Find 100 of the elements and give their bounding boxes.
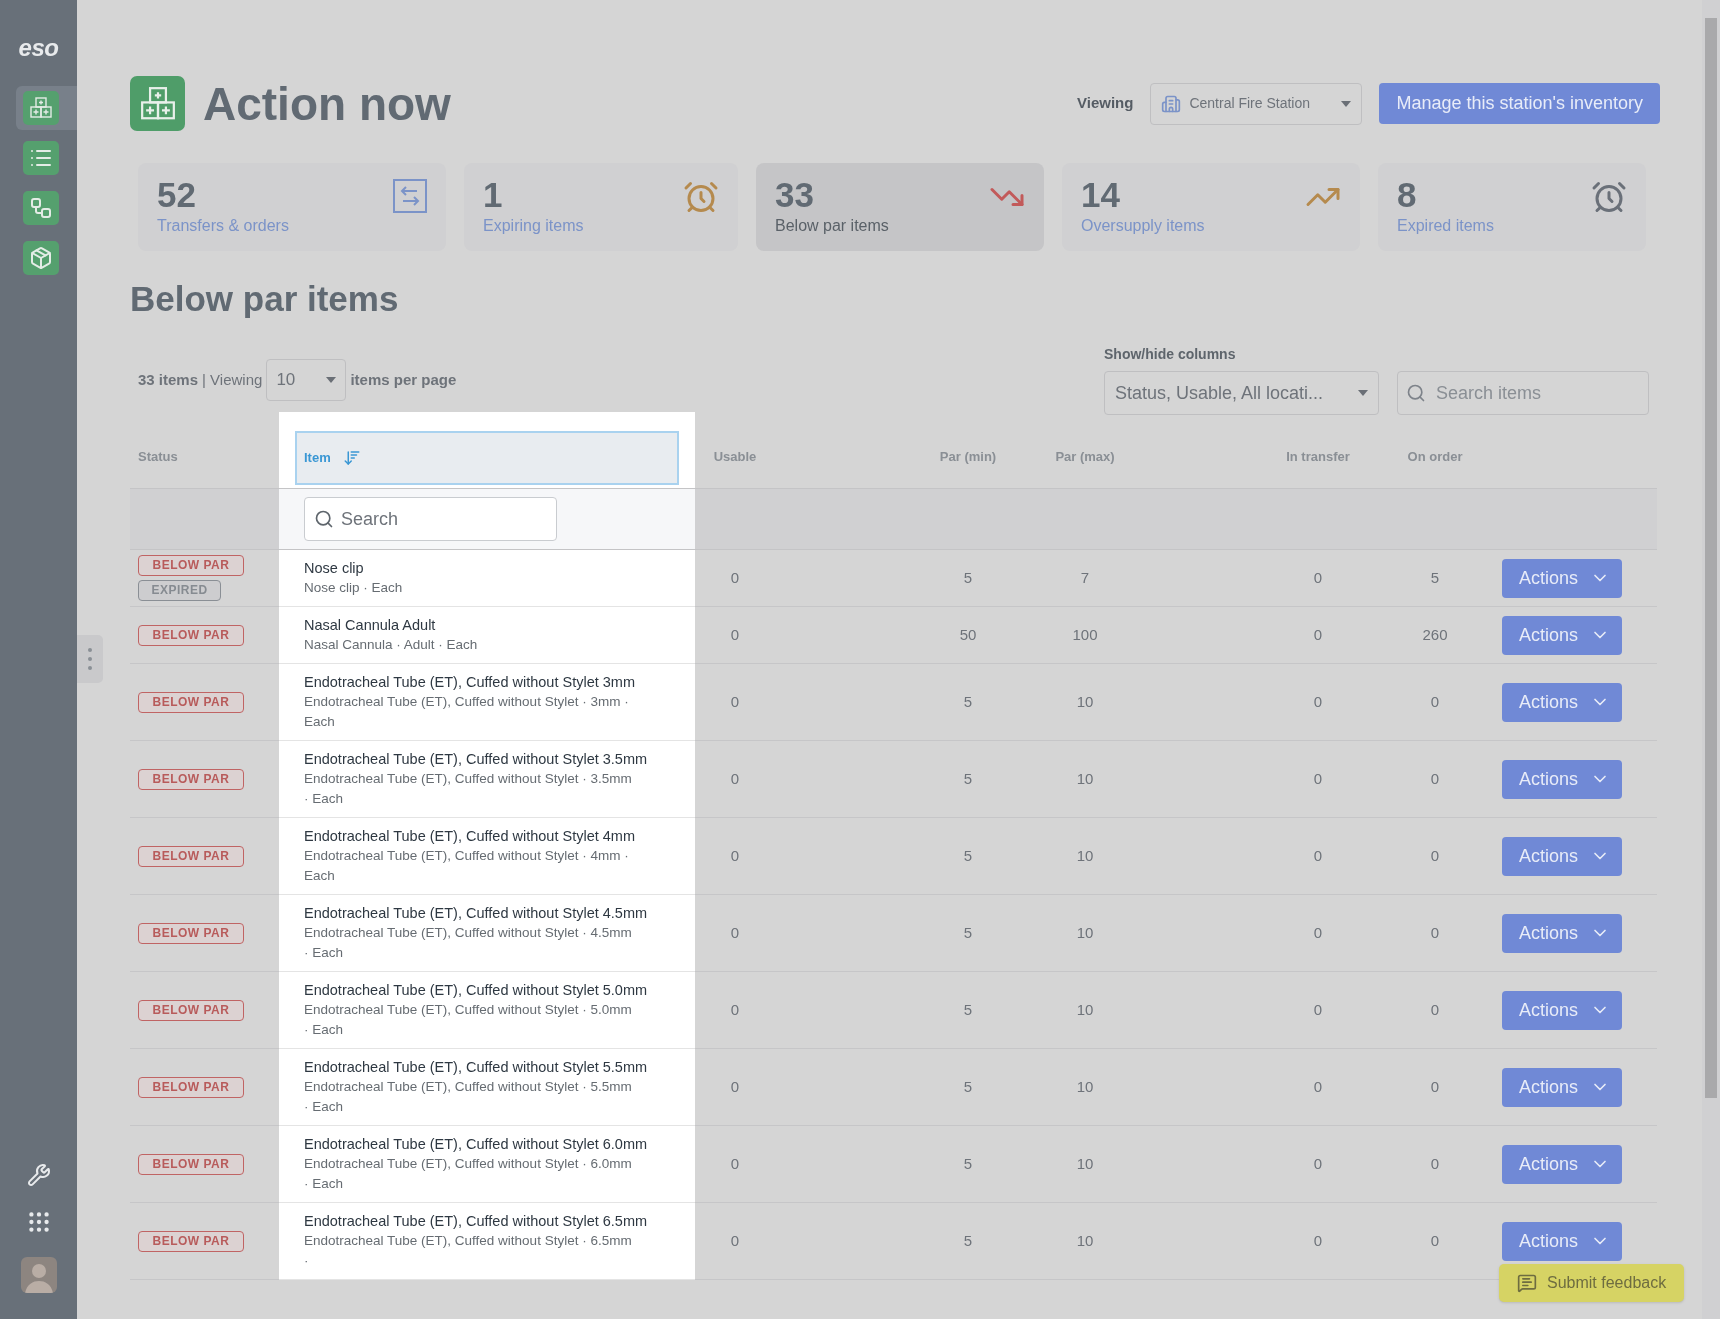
stat-count: 8 xyxy=(1397,175,1418,215)
table-cell-text: 0 xyxy=(1430,999,1440,1020)
status-badge: BELOW PAR xyxy=(138,624,244,646)
table-cell-text: 0 xyxy=(1313,999,1323,1020)
actions-button[interactable]: Actions xyxy=(1502,836,1622,876)
table-cell-text: 100 xyxy=(1072,624,1098,645)
stat-card[interactable]: 1 Expiring items xyxy=(464,163,738,251)
stat-label: Expiring items xyxy=(483,216,584,236)
table-cell-text: 5 xyxy=(1430,567,1440,588)
table-cell-text: 0 xyxy=(1430,1153,1440,1174)
item-detail: Endotracheal Tube (ET), Cuffed without Stylet · 4.5mm · Each xyxy=(304,924,633,962)
dropdown-caret-icon xyxy=(326,377,337,383)
scrollbar[interactable] xyxy=(1702,0,1720,1319)
column-header[interactable]: Usable xyxy=(713,447,757,467)
stat-label: Expired items xyxy=(1397,216,1494,236)
stat-card[interactable]: 14 Oversupply items xyxy=(1062,163,1360,251)
table-cell-text: 10 xyxy=(1076,768,1094,789)
item-name: Nasal Cannula Adult xyxy=(304,616,437,635)
station-select[interactable]: Central Fire Station xyxy=(1150,82,1363,125)
user-avatar[interactable] xyxy=(20,1257,57,1293)
actions-button[interactable]: Actions xyxy=(1502,558,1622,598)
section-title: Below par items xyxy=(130,279,400,319)
item-name: Endotracheal Tube (ET), Cuffed without Stylet 5.5mm xyxy=(304,1058,649,1077)
table-cell-text: 10 xyxy=(1076,1153,1094,1174)
item-detail: Endotracheal Tube (ET), Cuffed without Stylet · 5.0mm · Each xyxy=(304,1001,633,1039)
search-icon xyxy=(1406,383,1426,403)
per-page-select[interactable]: 10 xyxy=(266,359,347,401)
actions-button[interactable]: Actions xyxy=(1502,759,1622,799)
status-badge: BELOW PAR xyxy=(138,768,244,790)
item-detail: Nasal Cannula · Adult · Each xyxy=(304,636,479,654)
transfer-arrows-icon xyxy=(393,179,427,213)
table-cell-text: 10 xyxy=(1076,922,1094,943)
actions-button[interactable]: Actions xyxy=(1502,682,1622,722)
search-items-field[interactable]: Search items xyxy=(1397,371,1649,415)
stat-count: 1 xyxy=(483,175,504,215)
stat-card[interactable]: 52 Transfers & orders xyxy=(138,163,446,251)
item-detail: Endotracheal Tube (ET), Cuffed without Stylet · 6.0mm · Each xyxy=(304,1155,633,1193)
table-cell-text: 0 xyxy=(1430,845,1440,866)
actions-button[interactable]: Actions xyxy=(1502,913,1622,953)
table-cell-text: 0 xyxy=(1313,567,1323,588)
stat-card[interactable]: 33 Below par items xyxy=(756,163,1044,251)
package-icon xyxy=(29,246,53,270)
table-cell-text: 0 xyxy=(1430,1230,1440,1251)
table-cell-text: 5 xyxy=(963,691,973,712)
manage-inventory-button[interactable]: Manage this station's inventory xyxy=(1379,83,1660,124)
stat-label: Below par items xyxy=(775,216,889,236)
stat-card[interactable]: 8 Expired items xyxy=(1378,163,1646,251)
columns-select[interactable]: Status, Usable, All locati... xyxy=(1104,371,1379,415)
page-title: Action now xyxy=(203,80,451,127)
table-cell-text: 0 xyxy=(1430,691,1440,712)
item-detail: Endotracheal Tube (ET), Cuffed without Stylet · 5.5mm · Each xyxy=(304,1078,633,1116)
table-cell-text: 10 xyxy=(1076,1076,1094,1097)
wrench-icon[interactable] xyxy=(26,1163,51,1187)
columns-label: Show/hide columns xyxy=(1104,345,1237,364)
item-name: Endotracheal Tube (ET), Cuffed without Stylet 6.0mm xyxy=(304,1135,649,1154)
table-cell-text: 10 xyxy=(1076,1230,1094,1251)
table-cell-text: 0 xyxy=(730,768,740,789)
column-header[interactable]: Par (max) xyxy=(1055,447,1115,467)
item-detail: Endotracheal Tube (ET), Cuffed without Stylet · 3.5mm · Each xyxy=(304,770,633,808)
table-cell-text: 5 xyxy=(963,922,973,943)
actions-button[interactable]: Actions xyxy=(1502,1067,1622,1107)
table-cell-text: 0 xyxy=(1313,845,1323,866)
item-name: Endotracheal Tube (ET), Cuffed without Stylet 5.0mm xyxy=(304,981,649,1000)
actions-button[interactable]: Actions xyxy=(1502,990,1622,1030)
sidebar-collapse-handle[interactable] xyxy=(77,635,103,683)
item-name: Endotracheal Tube (ET), Cuffed without Stylet 6.5mm xyxy=(304,1212,649,1231)
column-header[interactable]: Par (min) xyxy=(939,447,997,467)
stat-count: 14 xyxy=(1081,175,1121,215)
submit-feedback-button[interactable]: Submit feedback xyxy=(1499,1264,1685,1302)
status-badge: BELOW PAR xyxy=(138,845,244,867)
status-badge: BELOW PAR xyxy=(138,999,244,1021)
dropdown-caret-icon xyxy=(1341,100,1352,107)
table-cell-text: 0 xyxy=(1313,691,1323,712)
column-header[interactable]: On order xyxy=(1407,447,1463,467)
table-cell-text: 0 xyxy=(730,691,740,712)
table-cell-text: 0 xyxy=(730,1076,740,1097)
column-header[interactable]: Status xyxy=(138,447,178,467)
column-header[interactable]: In transfer xyxy=(1286,447,1350,467)
item-count: 33 items xyxy=(138,369,199,390)
column-header[interactable]: Item xyxy=(295,431,679,485)
sidebar-nav-item[interactable] xyxy=(16,86,77,130)
status-badge: BELOW PAR xyxy=(138,691,244,713)
alarm-clock-icon xyxy=(1591,179,1627,215)
table-cell-text: 0 xyxy=(730,1230,740,1251)
status-badge: BELOW PAR xyxy=(138,1076,244,1098)
table-cell-text: 260 xyxy=(1422,624,1448,645)
item-filter-field[interactable]: Search xyxy=(304,497,557,541)
table-cell-text: 5 xyxy=(963,1153,973,1174)
table-cell-text: 0 xyxy=(1313,1153,1323,1174)
item-detail: Endotracheal Tube (ET), Cuffed without Stylet · 6.5mm · xyxy=(304,1232,633,1270)
viewing-label: Viewing xyxy=(1077,93,1134,114)
status-badge: EXPIRED xyxy=(138,580,221,601)
actions-button[interactable]: Actions xyxy=(1502,1221,1622,1261)
item-name: Endotracheal Tube (ET), Cuffed without Stylet 4mm xyxy=(304,827,636,846)
table-cell-text: 0 xyxy=(1430,1076,1440,1097)
item-name: Nose clip xyxy=(304,559,365,578)
actions-button[interactable]: Actions xyxy=(1502,1144,1622,1184)
item-name: Endotracheal Tube (ET), Cuffed without Stylet 4.5mm xyxy=(304,904,649,923)
boxes-icon xyxy=(29,96,53,120)
actions-button[interactable]: Actions xyxy=(1502,615,1622,655)
